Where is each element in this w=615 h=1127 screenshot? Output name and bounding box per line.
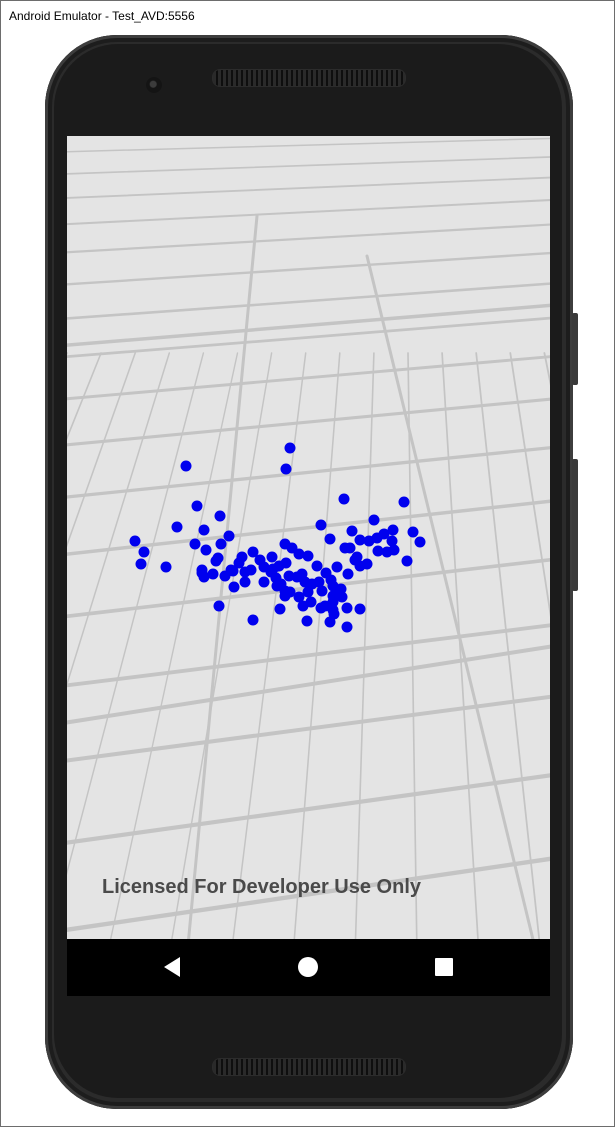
window-title: Android Emulator - Test_AVD:5556: [9, 9, 195, 23]
home-button[interactable]: [294, 953, 322, 981]
point-marker[interactable]: [227, 565, 239, 577]
point-marker[interactable]: [213, 600, 225, 612]
point-marker[interactable]: [354, 603, 366, 615]
grid-line: [67, 282, 550, 320]
bottom-speaker-grille: [212, 1058, 406, 1076]
point-marker[interactable]: [336, 591, 348, 603]
point-marker[interactable]: [266, 551, 278, 563]
point-marker[interactable]: [311, 560, 323, 572]
point-marker[interactable]: [341, 602, 353, 614]
point-marker[interactable]: [344, 542, 356, 554]
point-marker[interactable]: [245, 564, 257, 576]
point-marker[interactable]: [341, 621, 353, 633]
grid-line: [67, 316, 550, 358]
point-marker[interactable]: [171, 521, 183, 533]
point-marker[interactable]: [258, 561, 270, 573]
back-triangle-icon: [164, 957, 180, 977]
point-marker[interactable]: [160, 561, 172, 573]
point-marker[interactable]: [135, 558, 147, 570]
grid-line: [67, 352, 205, 876]
point-marker[interactable]: [324, 616, 336, 628]
point-marker[interactable]: [342, 568, 354, 580]
point-marker[interactable]: [200, 544, 212, 556]
back-button[interactable]: [158, 953, 186, 981]
point-marker[interactable]: [297, 600, 309, 612]
point-marker[interactable]: [191, 500, 203, 512]
point-marker[interactable]: [214, 510, 226, 522]
grid-line: [67, 499, 550, 556]
grid-line: [67, 199, 550, 226]
point-marker[interactable]: [361, 558, 373, 570]
grid-line: [67, 446, 550, 499]
point-marker[interactable]: [414, 536, 426, 548]
map-scene-view[interactable]: Licensed For Developer Use Only: [67, 136, 550, 939]
grid-line: [67, 156, 550, 175]
grid-line: [67, 251, 550, 286]
point-marker[interactable]: [129, 535, 141, 547]
top-speaker-grille: [212, 69, 406, 87]
point-marker[interactable]: [346, 525, 358, 537]
point-marker[interactable]: [284, 586, 296, 598]
point-marker[interactable]: [401, 555, 413, 567]
front-camera-icon: [146, 77, 162, 93]
point-marker[interactable]: [212, 552, 224, 564]
point-marker[interactable]: [319, 600, 331, 612]
point-marker[interactable]: [138, 546, 150, 558]
point-marker[interactable]: [302, 550, 314, 562]
point-marker[interactable]: [280, 463, 292, 475]
point-marker[interactable]: [398, 496, 410, 508]
grid-line: [67, 176, 550, 199]
point-marker[interactable]: [258, 576, 270, 588]
point-marker[interactable]: [313, 576, 325, 588]
grid-line: [67, 137, 550, 153]
grid-line: [475, 352, 541, 939]
android-navigation-bar: [67, 939, 550, 996]
point-marker[interactable]: [280, 557, 292, 569]
grid-line: [67, 623, 550, 688]
grid-line: [171, 352, 273, 939]
grid-line: [232, 352, 307, 939]
point-marker[interactable]: [338, 493, 350, 505]
point-marker[interactable]: [239, 576, 251, 588]
point-marker[interactable]: [271, 580, 283, 592]
grid-line: [67, 223, 550, 254]
ground-grid: [67, 137, 550, 939]
point-marker[interactable]: [180, 460, 192, 472]
emulator-window: Android Emulator - Test_AVD:5556 License…: [0, 0, 615, 1127]
grid-line: [293, 352, 341, 939]
point-marker[interactable]: [198, 524, 210, 536]
point-marker[interactable]: [368, 514, 380, 526]
volume-button[interactable]: [572, 459, 578, 591]
point-marker[interactable]: [407, 526, 419, 538]
grid-line: [67, 397, 550, 447]
home-circle-icon: [298, 957, 318, 977]
license-watermark: Licensed For Developer Use Only: [102, 876, 421, 898]
window-title-bar[interactable]: Android Emulator - Test_AVD:5556: [1, 1, 614, 31]
point-marker[interactable]: [247, 614, 259, 626]
point-marker[interactable]: [274, 603, 286, 615]
point-marker[interactable]: [189, 538, 201, 550]
point-marker[interactable]: [331, 561, 343, 573]
recents-square-icon: [435, 958, 453, 976]
point-marker[interactable]: [198, 571, 210, 583]
point-marker[interactable]: [315, 519, 327, 531]
power-button[interactable]: [572, 313, 578, 385]
point-marker[interactable]: [284, 442, 296, 454]
point-marker[interactable]: [228, 581, 240, 593]
point-marker[interactable]: [301, 615, 313, 627]
point-marker[interactable]: [223, 530, 235, 542]
point-marker[interactable]: [351, 551, 363, 563]
recents-button[interactable]: [430, 953, 458, 981]
point-marker[interactable]: [388, 544, 400, 556]
point-marker[interactable]: [215, 538, 227, 550]
point-marker[interactable]: [324, 533, 336, 545]
